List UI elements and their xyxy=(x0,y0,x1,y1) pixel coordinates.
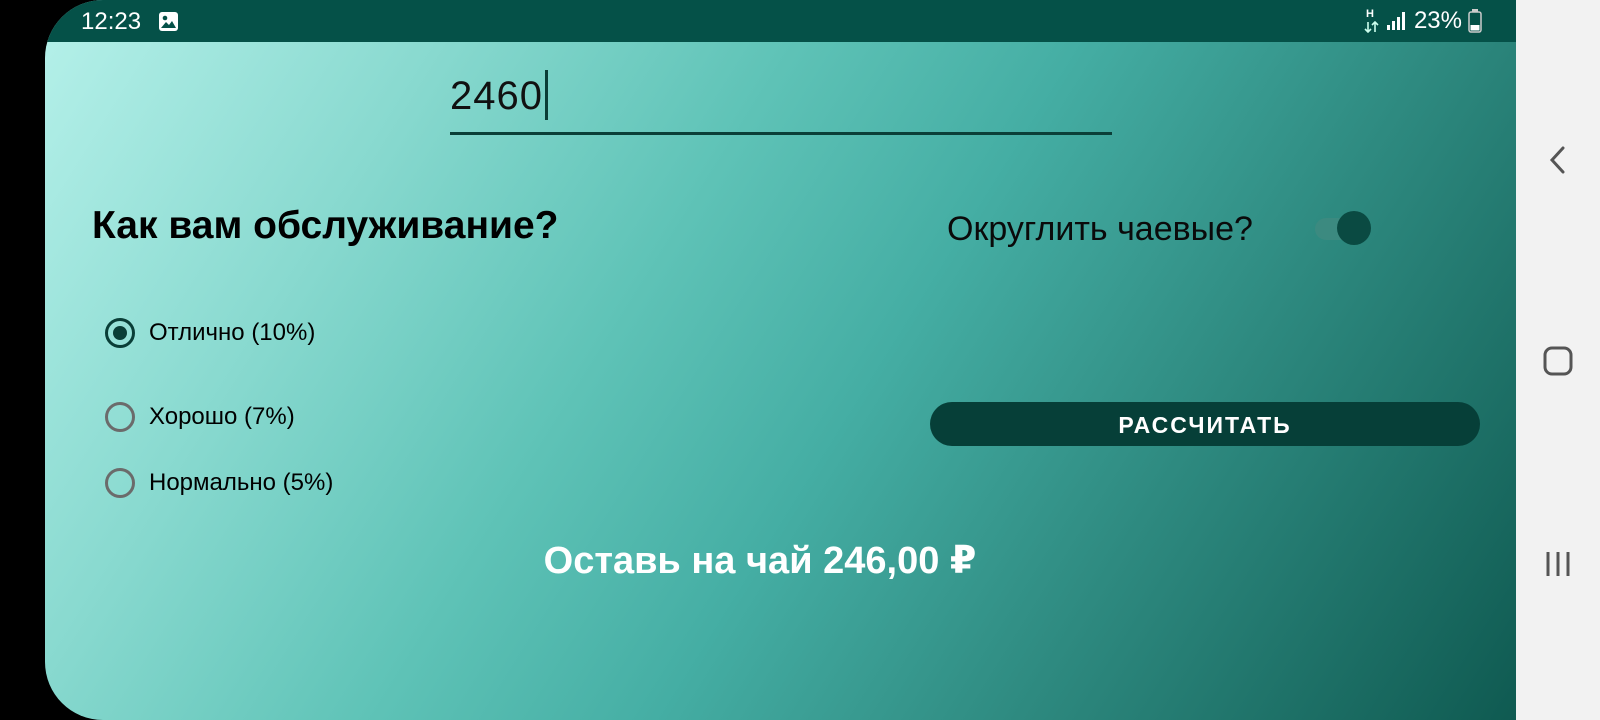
status-time: 12:23 xyxy=(81,8,142,35)
input-underline xyxy=(450,132,1112,135)
recents-icon[interactable] xyxy=(1536,542,1580,586)
calculate-button[interactable]: РАССЧИТАТЬ xyxy=(930,402,1480,446)
data-transfer-icon: H xyxy=(1364,8,1380,34)
battery-percent: 23% xyxy=(1413,7,1462,34)
radio-option-good[interactable]: Хорошо (7%) xyxy=(105,402,295,432)
radio-label: Отлично (10%) xyxy=(149,319,316,346)
radio-button-checked[interactable] xyxy=(105,318,135,348)
signal-icon xyxy=(1386,11,1408,31)
back-icon[interactable] xyxy=(1536,138,1580,182)
gallery-icon xyxy=(158,11,179,32)
bill-amount-input[interactable] xyxy=(450,62,1112,130)
text-cursor xyxy=(545,70,548,120)
app-screen: 12:23 H 23% 2460 Как вам обслуживание? О… xyxy=(45,0,1516,720)
status-bar: 12:23 H 23% xyxy=(45,0,1516,42)
network-type: H xyxy=(1365,8,1374,20)
radio-label: Нормально (5%) xyxy=(149,469,334,496)
round-tip-label: Округлить чаевые? xyxy=(947,210,1253,248)
battery-icon xyxy=(1468,9,1482,33)
round-tip-switch[interactable] xyxy=(1313,210,1373,246)
radio-label: Хорошо (7%) xyxy=(149,403,295,430)
radio-option-excellent[interactable]: Отлично (10%) xyxy=(105,318,315,348)
bill-amount-field-wrap xyxy=(450,62,1112,136)
system-nav-bar xyxy=(1516,0,1600,720)
status-right: H 23% xyxy=(1364,7,1482,35)
radio-button[interactable] xyxy=(105,468,135,498)
home-icon[interactable] xyxy=(1536,339,1580,383)
service-question: Как вам обслуживание? xyxy=(92,204,559,247)
tip-result: Оставь на чай 246,00 ₽ xyxy=(543,540,977,582)
radio-option-normal[interactable]: Нормально (5%) xyxy=(105,468,333,498)
switch-thumb xyxy=(1337,211,1371,245)
radio-button[interactable] xyxy=(105,402,135,432)
